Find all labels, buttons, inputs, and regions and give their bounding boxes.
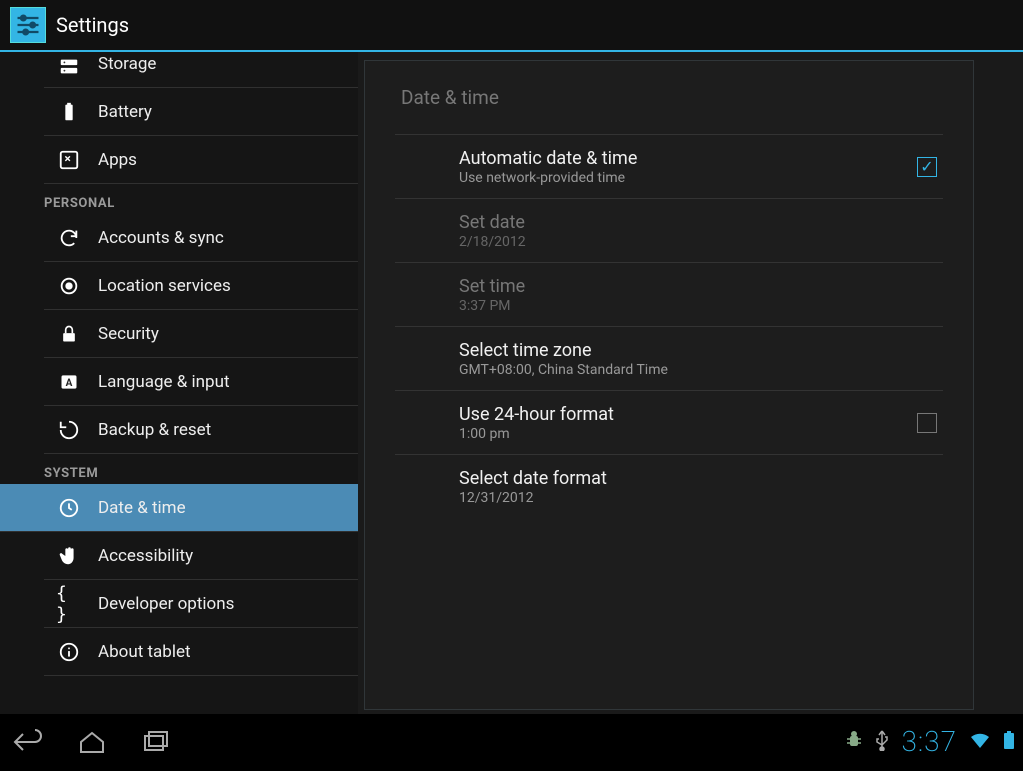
setting-sub: GMT+08:00, China Standard Time <box>459 362 943 378</box>
sidebar-item-accessibility[interactable]: Accessibility <box>44 532 358 580</box>
sidebar-item-apps[interactable]: Apps <box>44 136 358 184</box>
setting-set-time: Set time 3:37 PM <box>395 263 943 327</box>
setting-title: Select time zone <box>459 340 943 361</box>
hand-icon <box>56 543 82 569</box>
lock-icon <box>56 321 82 347</box>
settings-sidebar: Storage Battery Apps PERSONAL Accounts &… <box>0 52 358 714</box>
sidebar-item-date-time[interactable]: Date & time <box>0 484 358 532</box>
battery-status-icon[interactable] <box>1003 730 1015 754</box>
sidebar-item-about[interactable]: About tablet <box>44 628 358 676</box>
sidebar-item-language[interactable]: A Language & input <box>44 358 358 406</box>
app-title: Settings <box>56 13 129 37</box>
setting-title: Use 24-hour format <box>459 404 917 425</box>
sync-icon <box>56 225 82 251</box>
recent-apps-button[interactable] <box>136 727 176 757</box>
sidebar-item-label: About tablet <box>98 642 191 662</box>
section-header-personal: PERSONAL <box>44 184 358 214</box>
settings-icon <box>10 7 46 43</box>
main-area: Storage Battery Apps PERSONAL Accounts &… <box>0 52 1023 714</box>
checkbox-checked[interactable]: ✓ <box>917 157 937 177</box>
sidebar-item-label: Developer options <box>98 594 234 614</box>
sidebar-item-security[interactable]: Security <box>44 310 358 358</box>
storage-icon <box>56 54 82 80</box>
sidebar-item-label: Language & input <box>98 372 230 392</box>
sidebar-item-label: Security <box>98 324 159 344</box>
setting-title: Select date format <box>459 468 943 489</box>
sidebar-item-label: Accessibility <box>98 546 193 566</box>
setting-sub: 12/31/2012 <box>459 490 943 506</box>
setting-sub: Use network-provided time <box>459 170 917 186</box>
usb-icon[interactable] <box>875 729 889 755</box>
sidebar-item-accounts-sync[interactable]: Accounts & sync <box>44 214 358 262</box>
sidebar-item-storage[interactable]: Storage <box>44 52 358 88</box>
battery-icon <box>56 99 82 125</box>
setting-timezone[interactable]: Select time zone GMT+08:00, China Standa… <box>395 327 943 391</box>
home-button[interactable] <box>72 727 112 757</box>
system-navbar: 3:37 <box>0 714 1023 769</box>
sidebar-item-battery[interactable]: Battery <box>44 88 358 136</box>
section-header-system: SYSTEM <box>44 454 358 484</box>
setting-sub: 2/18/2012 <box>459 234 943 250</box>
sidebar-item-label: Battery <box>98 102 152 122</box>
backup-icon <box>56 417 82 443</box>
braces-icon: { } <box>56 591 82 617</box>
location-icon <box>56 273 82 299</box>
sidebar-item-label: Apps <box>98 150 137 170</box>
sidebar-item-developer[interactable]: { } Developer options <box>44 580 358 628</box>
content-wrap: Date & time Automatic date & time Use ne… <box>358 52 1023 714</box>
setting-sub: 1:00 pm <box>459 426 917 442</box>
app-header: Settings <box>0 0 1023 52</box>
panel-title: Date & time <box>395 61 943 135</box>
language-icon: A <box>56 369 82 395</box>
setting-title: Set date <box>459 212 943 233</box>
sidebar-item-label: Storage <box>98 54 156 74</box>
setting-automatic-date-time[interactable]: Automatic date & time Use network-provid… <box>395 135 943 199</box>
setting-set-date: Set date 2/18/2012 <box>395 199 943 263</box>
setting-24hour[interactable]: Use 24-hour format 1:00 pm <box>395 391 943 455</box>
setting-title: Automatic date & time <box>459 148 917 169</box>
content-panel: Date & time Automatic date & time Use ne… <box>364 60 974 710</box>
sidebar-item-label: Location services <box>98 276 231 296</box>
svg-text:A: A <box>66 378 73 389</box>
info-icon <box>56 639 82 665</box>
clock-icon <box>56 495 82 521</box>
sidebar-item-label: Backup & reset <box>98 420 211 440</box>
checkbox-unchecked[interactable] <box>917 413 937 433</box>
setting-title: Set time <box>459 276 943 297</box>
sidebar-item-location[interactable]: Location services <box>44 262 358 310</box>
sidebar-item-label: Date & time <box>98 498 186 518</box>
android-debug-icon[interactable] <box>845 730 863 754</box>
wifi-icon[interactable] <box>969 731 991 753</box>
apps-icon <box>56 147 82 173</box>
back-button[interactable] <box>8 727 48 757</box>
sidebar-item-label: Accounts & sync <box>98 228 224 248</box>
status-clock[interactable]: 3:37 <box>901 725 957 758</box>
setting-sub: 3:37 PM <box>459 298 943 314</box>
sidebar-item-backup[interactable]: Backup & reset <box>44 406 358 454</box>
setting-date-format[interactable]: Select date format 12/31/2012 <box>395 455 943 519</box>
